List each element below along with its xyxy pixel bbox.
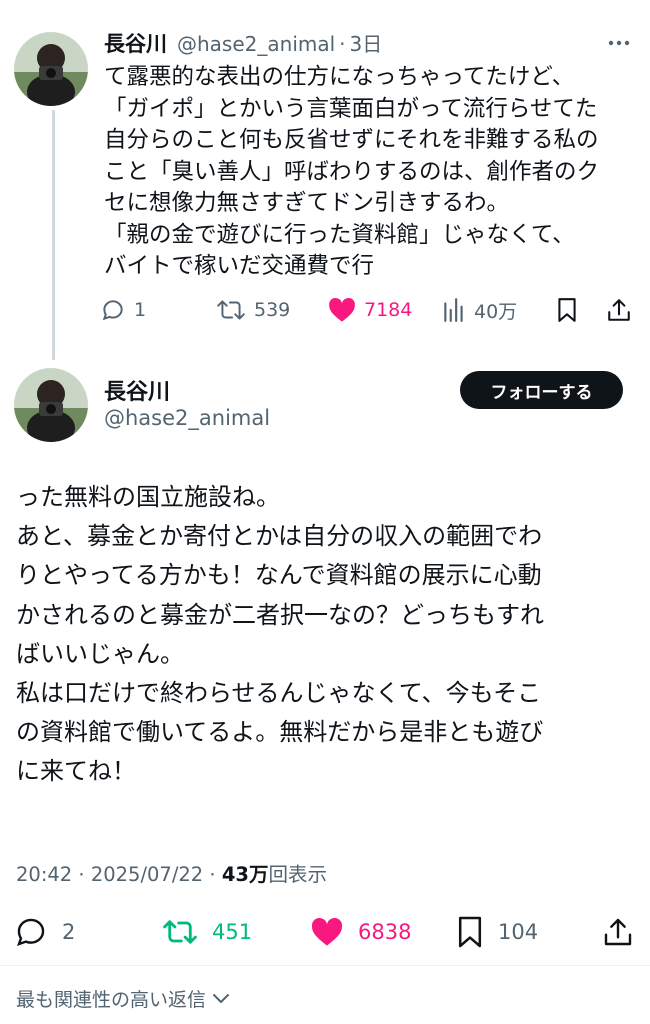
share-button[interactable] xyxy=(602,910,634,954)
avatar[interactable] xyxy=(14,32,88,106)
reply-button[interactable]: 1 xyxy=(100,290,146,330)
separator-dot: · xyxy=(78,863,85,886)
more-options-icon[interactable] xyxy=(600,38,636,48)
tweet-actions: 1 539 7184 40万 xyxy=(100,290,640,330)
tweet-timestamp[interactable]: 3日 xyxy=(350,28,383,57)
reply-icon xyxy=(102,300,123,321)
thread-connector-line xyxy=(52,110,55,360)
bookmark-count: 104 xyxy=(498,920,539,944)
reply-count: 1 xyxy=(134,299,147,321)
like-count: 6838 xyxy=(358,920,412,944)
replies-sort-selector[interactable]: 最も関連性の高い返信 xyxy=(16,985,230,1012)
bookmark-icon xyxy=(558,298,576,322)
views-count: 43万 xyxy=(221,863,269,886)
follow-button[interactable]: フォローする xyxy=(460,371,623,409)
retweet-count: 451 xyxy=(212,920,253,944)
bookmark-icon xyxy=(458,916,482,948)
views-button[interactable]: 40万 xyxy=(442,290,517,330)
reply-icon xyxy=(16,918,45,946)
views-label: 回表示 xyxy=(268,863,327,886)
tweet-actions: 2 451 6838 104 xyxy=(14,910,636,954)
reply-count: 2 xyxy=(62,920,76,944)
bookmark-button[interactable] xyxy=(556,290,578,330)
separator-dot: · xyxy=(339,32,346,56)
heart-icon xyxy=(311,917,343,946)
share-icon xyxy=(604,918,632,946)
analytics-icon xyxy=(444,298,463,322)
retweet-button[interactable]: 539 xyxy=(216,290,290,330)
like-count: 7184 xyxy=(364,299,413,321)
like-button[interactable]: 7184 xyxy=(328,290,412,330)
tweet-text: った無料の国立施設ね。 あと、募金とか寄付とかは自分の収入の範囲でわ りとやって… xyxy=(16,483,544,786)
bookmark-button[interactable]: 104 xyxy=(456,910,538,954)
views-count: 40万 xyxy=(474,300,518,323)
chevron-down-icon xyxy=(213,993,230,1003)
tweet-text: て露悪的な表出の仕方になっちゃってたけど、 「ガイポ」とかいう言葉面白がって流行… xyxy=(104,64,600,279)
avatar-photo-icon xyxy=(14,32,88,106)
tweet-time[interactable]: 20:42 xyxy=(16,863,72,886)
retweet-icon xyxy=(217,300,245,320)
tweet-date[interactable]: 2025/07/22 xyxy=(91,863,203,886)
avatar[interactable] xyxy=(14,368,88,442)
tweet-meta: 20:42 · 2025/07/22 · 43万回表示 xyxy=(16,858,327,887)
retweet-count: 539 xyxy=(254,299,291,321)
separator-dot: · xyxy=(209,863,216,886)
author-name[interactable]: 長谷川 xyxy=(104,374,170,406)
divider xyxy=(0,965,650,966)
like-button[interactable]: 6838 xyxy=(310,910,411,954)
share-icon xyxy=(608,299,630,321)
retweet-icon xyxy=(163,920,197,944)
tweet-header: 長谷川 @hase2_animal · 3日 xyxy=(104,28,382,58)
heart-icon xyxy=(329,297,355,322)
share-button[interactable] xyxy=(606,290,632,330)
author-name[interactable]: 長谷川 xyxy=(104,28,167,58)
replies-sort-label: 最も関連性の高い返信 xyxy=(16,989,207,1011)
author-handle[interactable]: @hase2_animal xyxy=(177,32,335,56)
author-handle[interactable]: @hase2_animal xyxy=(104,406,270,430)
retweet-button[interactable]: 451 xyxy=(162,910,252,954)
reply-button[interactable]: 2 xyxy=(14,910,75,954)
avatar-photo-icon xyxy=(14,368,88,442)
